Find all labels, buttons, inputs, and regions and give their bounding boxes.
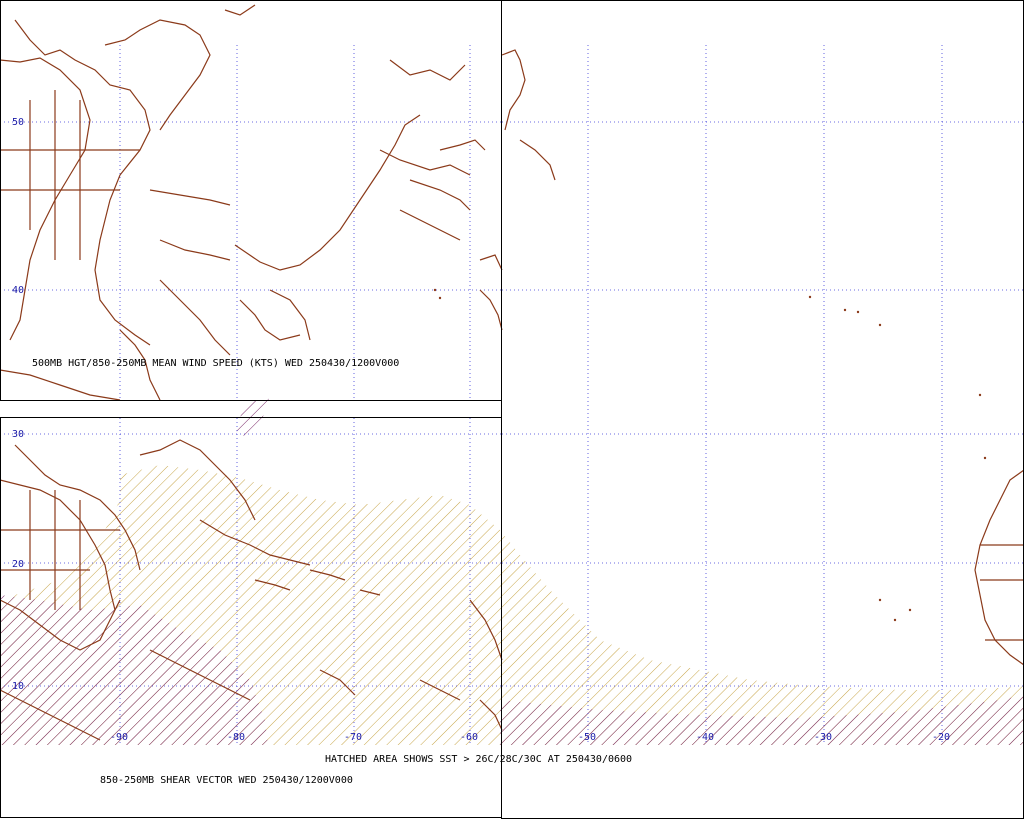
upper-panel-caption: 500MB HGT/850-250MB MEAN WIND SPEED (KTS…: [32, 358, 399, 369]
lower-lat-label-10: 10: [12, 681, 24, 692]
lower-lon-label-60: -60: [460, 732, 478, 743]
upper-lat-label-40: 40: [12, 285, 24, 296]
upper-lat-label-50: 50: [12, 117, 24, 128]
main-lon-label-20: -20: [932, 732, 950, 743]
shear-caption: 850-250MB SHEAR VECTOR WED 250430/1200V0…: [100, 775, 353, 786]
lower-lat-label-30: 30: [12, 429, 24, 440]
lower-lat-label-20: 20: [12, 559, 24, 570]
lower-lon-label-70: -70: [344, 732, 362, 743]
upper-panel-grid: [0, 45, 502, 400]
weather-map: 50 40 500MB HGT/850-250MB MEAN WIND SPEE…: [0, 0, 1024, 819]
lower-lon-label-80: -80: [227, 732, 245, 743]
main-lon-label-50: -50: [578, 732, 596, 743]
sst-caption: HATCHED AREA SHOWS SST > 26C/28C/30C AT …: [325, 754, 632, 765]
main-lon-label-40: -40: [696, 732, 714, 743]
lower-lon-label-90: -90: [110, 732, 128, 743]
main-lon-label-30: -30: [814, 732, 832, 743]
